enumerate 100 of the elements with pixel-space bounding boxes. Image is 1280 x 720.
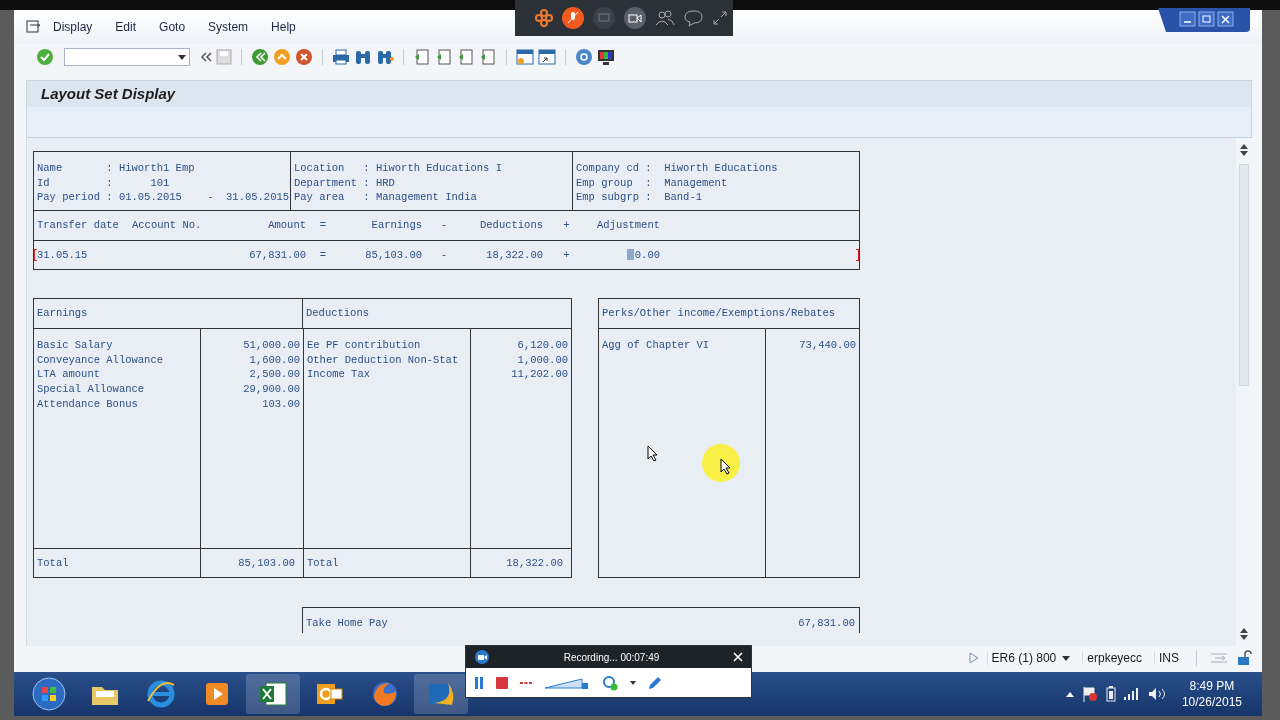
pen-icon[interactable]	[648, 676, 662, 690]
browser-e-icon[interactable]	[146, 679, 176, 709]
scrollbar-thumb[interactable]	[1239, 164, 1249, 386]
dropdown-caret-icon[interactable]	[630, 681, 636, 685]
fox-globe-icon[interactable]	[370, 679, 400, 709]
page-up-icon[interactable]	[1240, 144, 1248, 149]
monitor-icon[interactable]	[597, 48, 615, 66]
table-cell-text: 2,500.00	[248, 367, 300, 383]
page-down-icon[interactable]	[1240, 151, 1248, 156]
recording-status: Recording... 00:07:49	[562, 651, 661, 663]
column-header: Account No.	[132, 218, 203, 233]
menu-item[interactable]: Help	[271, 20, 308, 34]
menu-item[interactable]: Display	[53, 20, 105, 34]
webcam-add-icon[interactable]	[602, 675, 618, 691]
menu-item[interactable]: System	[208, 20, 261, 34]
dropdown-caret-icon[interactable]	[178, 54, 186, 60]
table-cell-text: 11,202.00	[510, 367, 568, 383]
cancel-icon[interactable]	[295, 48, 313, 66]
scroll-down-icon[interactable]	[1240, 635, 1248, 640]
new-window-icon[interactable]	[516, 48, 534, 66]
microphone-off-icon[interactable]	[562, 7, 584, 29]
camera-icon[interactable]	[624, 7, 646, 29]
padlock-icon[interactable]	[1236, 650, 1252, 666]
table-cell-text: LTA amount	[37, 367, 101, 383]
binoculars-icon[interactable]	[354, 48, 372, 66]
media-player-icon[interactable]	[203, 680, 231, 708]
expand-icon[interactable]	[713, 11, 727, 25]
clock-time: 8:49 PM	[1188, 678, 1236, 694]
last-page-icon[interactable]	[479, 48, 497, 66]
scroll-up-icon[interactable]	[1240, 628, 1248, 633]
system-info: ER6 (1) 800	[991, 651, 1057, 665]
binoculars-plus-icon[interactable]	[376, 48, 394, 66]
confirm-icon[interactable]	[36, 48, 54, 66]
dropdown-caret-icon[interactable]	[1062, 655, 1071, 661]
header-field: Pay area : Management India	[294, 190, 572, 206]
header-field: Id : 101	[37, 175, 290, 191]
total-label: Total	[307, 555, 339, 571]
table-cell: -	[440, 248, 448, 261]
back-icon[interactable]	[251, 48, 269, 66]
volume-ramp-icon[interactable]	[544, 676, 590, 690]
column-header: Amount	[267, 218, 306, 233]
section-header: Earnings	[36, 306, 89, 322]
next-page-icon[interactable]	[457, 48, 475, 66]
signal-icon[interactable]	[1123, 688, 1140, 700]
table-cell: +	[563, 248, 570, 261]
battery-icon[interactable]	[1105, 686, 1116, 702]
header-field: Location : Hiworth Educations I	[294, 161, 572, 176]
flag-icon[interactable]	[1081, 686, 1098, 702]
column-header: Transfer date	[37, 218, 120, 233]
previous-page-icon[interactable]	[435, 48, 453, 66]
total-label: Total	[37, 555, 69, 571]
table-cell-text: Ee PF contribution	[307, 338, 422, 353]
shortcut-window-icon[interactable]	[538, 48, 556, 66]
table-cell: 0.00	[634, 248, 660, 261]
user-name: erpkeyecc	[1082, 651, 1146, 665]
people-icon[interactable]	[655, 9, 675, 27]
column-header: Deductions	[479, 218, 543, 233]
menu-item[interactable]: Goto	[159, 20, 198, 34]
menu-item[interactable]: Edit	[115, 20, 149, 34]
table-cell: =	[319, 248, 327, 261]
first-page-icon[interactable]	[413, 48, 431, 66]
column-header: Adjustment	[596, 218, 660, 233]
window-controls-icon[interactable]	[1158, 8, 1250, 32]
section-header: Perks/Other income/Exemptions/Rebates	[601, 306, 836, 322]
table-cell-text: 103.00	[261, 396, 300, 412]
printer-icon[interactable]	[332, 48, 350, 66]
column-header: -	[439, 218, 449, 233]
header-field: Pay period : 01.05.2015 - 31.05.2015	[37, 190, 290, 206]
take-home-amount: 67,831.00	[798, 616, 855, 631]
column-header: =	[318, 218, 328, 233]
command-field[interactable]	[64, 48, 190, 66]
pause-icon[interactable]	[474, 677, 484, 689]
clock-date: 10/26/2015	[1181, 694, 1242, 710]
header-field: Emp subgrp : Band-1	[576, 190, 859, 206]
recorder-camera-icon[interactable]	[474, 649, 490, 665]
help-icon[interactable]	[575, 48, 593, 66]
level-dots-icon[interactable]	[520, 681, 532, 685]
table-cell-text: 73,440.00	[798, 338, 856, 353]
header-field: Department : HRD	[294, 175, 572, 191]
input-mode: INS	[1154, 651, 1183, 665]
table-cell-text: Other Deduction Non-Stat	[307, 352, 460, 368]
header-field: Company cd : Hiworth Educations	[576, 161, 859, 176]
table-cell-text: Agg of Chapter VI	[602, 338, 711, 353]
close-icon[interactable]	[733, 652, 743, 662]
menu-icon[interactable]	[26, 20, 42, 34]
text-cursor	[626, 249, 634, 261]
mouse-pointer-icon	[720, 458, 731, 475]
total-amount: 18,322.00	[506, 555, 563, 571]
table-cell-text: Conveyance Allowance	[37, 352, 165, 368]
volume-icon[interactable]	[1147, 687, 1166, 701]
spreadsheet-icon[interactable]	[258, 680, 288, 708]
start-orb-icon[interactable]	[31, 676, 67, 712]
table-cell-text: 6,120.00	[516, 338, 568, 353]
chat-icon[interactable]	[684, 9, 704, 27]
show-hidden-icon[interactable]	[1065, 691, 1074, 697]
section-header: Deductions	[302, 299, 571, 328]
header-field: Name : Hiworth1 Emp	[37, 161, 290, 176]
flower-icon[interactable]	[535, 9, 553, 27]
play-triangle-icon[interactable]	[968, 652, 979, 664]
double-chevron-icon[interactable]	[200, 51, 212, 63]
